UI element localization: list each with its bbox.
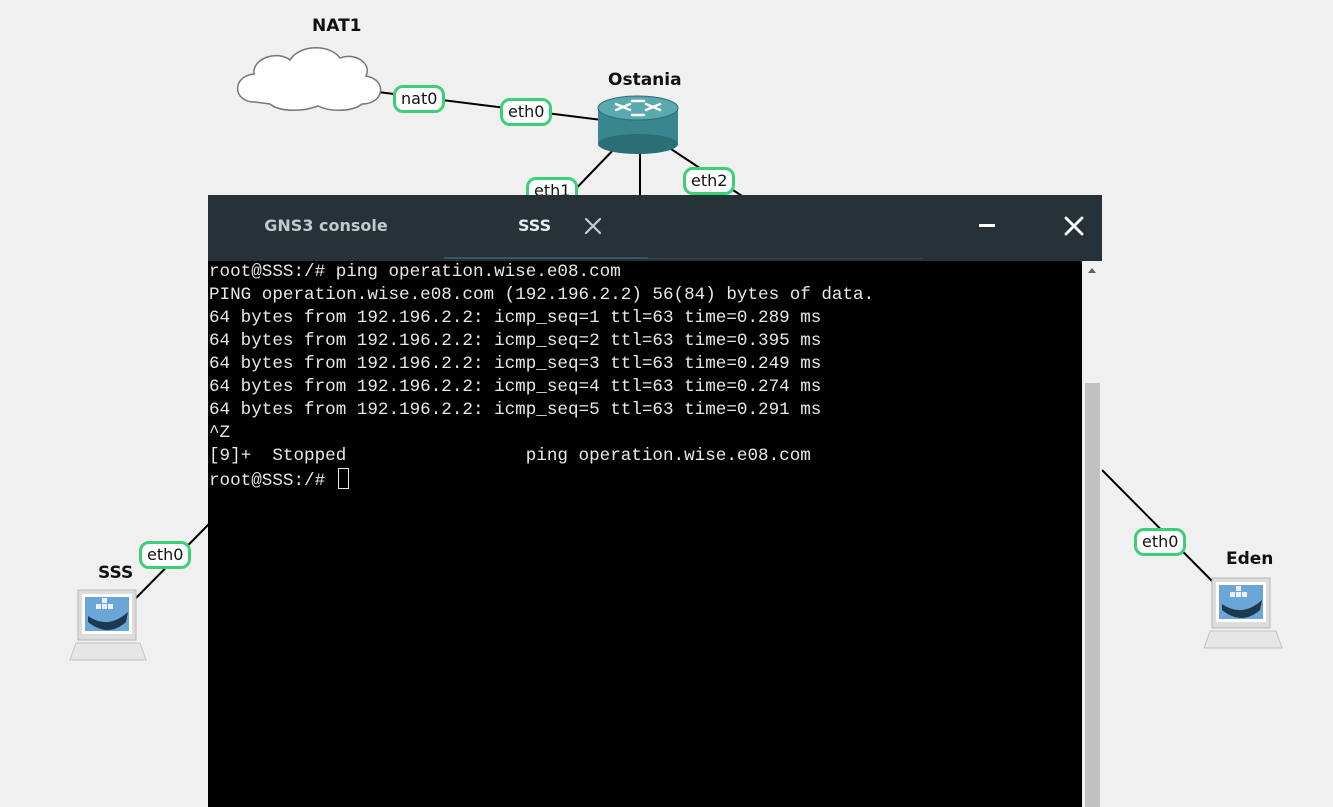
port-label-ostania-eth0[interactable]: eth0: [500, 98, 553, 126]
terminal-line: PING operation.wise.e08.com (192.196.2.2…: [209, 285, 875, 305]
console-header: GNS3 console SSS: [208, 195, 1102, 261]
terminal-line: 64 bytes from 192.196.2.2: icmp_seq=1 tt…: [209, 308, 822, 328]
port-label-ostania-eth2[interactable]: eth2: [683, 167, 736, 195]
terminal-prompt: root@SSS:/#: [209, 471, 336, 491]
close-icon[interactable]: [582, 215, 604, 237]
scroll-up-icon[interactable]: [1086, 265, 1098, 275]
console-window: GNS3 console SSS root@SSS:/# ping operat…: [208, 195, 1102, 807]
active-tab-indicator: [444, 257, 648, 259]
terminal-line: root@SSS:/# ping operation.wise.e08.com: [209, 262, 621, 282]
terminal-line: 64 bytes from 192.196.2.2: icmp_seq=2 tt…: [209, 331, 822, 351]
node-label-sss[interactable]: SSS: [98, 563, 133, 583]
terminal-line: [9]+ Stopped ping operation.wise.e08.com: [209, 446, 811, 466]
minimize-icon[interactable]: [974, 213, 1000, 239]
node-label-eden[interactable]: Eden: [1226, 549, 1273, 569]
terminal-prompt-line[interactable]: root@SSS:/#: [208, 468, 1082, 491]
link-eden: [1101, 469, 1213, 582]
tab-gns3-console[interactable]: GNS3 console: [208, 195, 444, 259]
docker-host-icon: [69, 589, 147, 661]
docker-host-icon: [1203, 577, 1283, 649]
scrollbar-thumb[interactable]: [1085, 383, 1100, 807]
terminal-line: 64 bytes from 192.196.2.2: icmp_seq=3 tt…: [209, 354, 822, 374]
terminal-scrollbar[interactable]: [1082, 261, 1102, 807]
port-label-eden-eth0[interactable]: eth0: [1134, 528, 1187, 556]
terminal-line: 64 bytes from 192.196.2.2: icmp_seq=5 tt…: [209, 400, 822, 420]
header-divider: [648, 258, 922, 259]
cloud-icon: [237, 47, 382, 111]
router-icon: [597, 95, 679, 154]
port-label-nat0[interactable]: nat0: [393, 85, 446, 113]
close-icon[interactable]: [1061, 213, 1087, 239]
terminal-line: ^Z: [209, 423, 231, 443]
terminal-cursor: [337, 468, 349, 489]
port-label-sss-eth0[interactable]: eth0: [139, 541, 192, 569]
node-label-nat1[interactable]: NAT1: [312, 16, 362, 36]
tab-label: GNS3 console: [264, 216, 388, 235]
tab-sss[interactable]: SSS: [444, 195, 648, 259]
node-label-ostania[interactable]: Ostania: [608, 70, 682, 90]
tab-label: SSS: [518, 216, 552, 235]
terminal-line: 64 bytes from 192.196.2.2: icmp_seq=4 tt…: [209, 377, 822, 397]
terminal-output[interactable]: root@SSS:/# ping operation.wise.e08.com …: [208, 261, 1082, 807]
